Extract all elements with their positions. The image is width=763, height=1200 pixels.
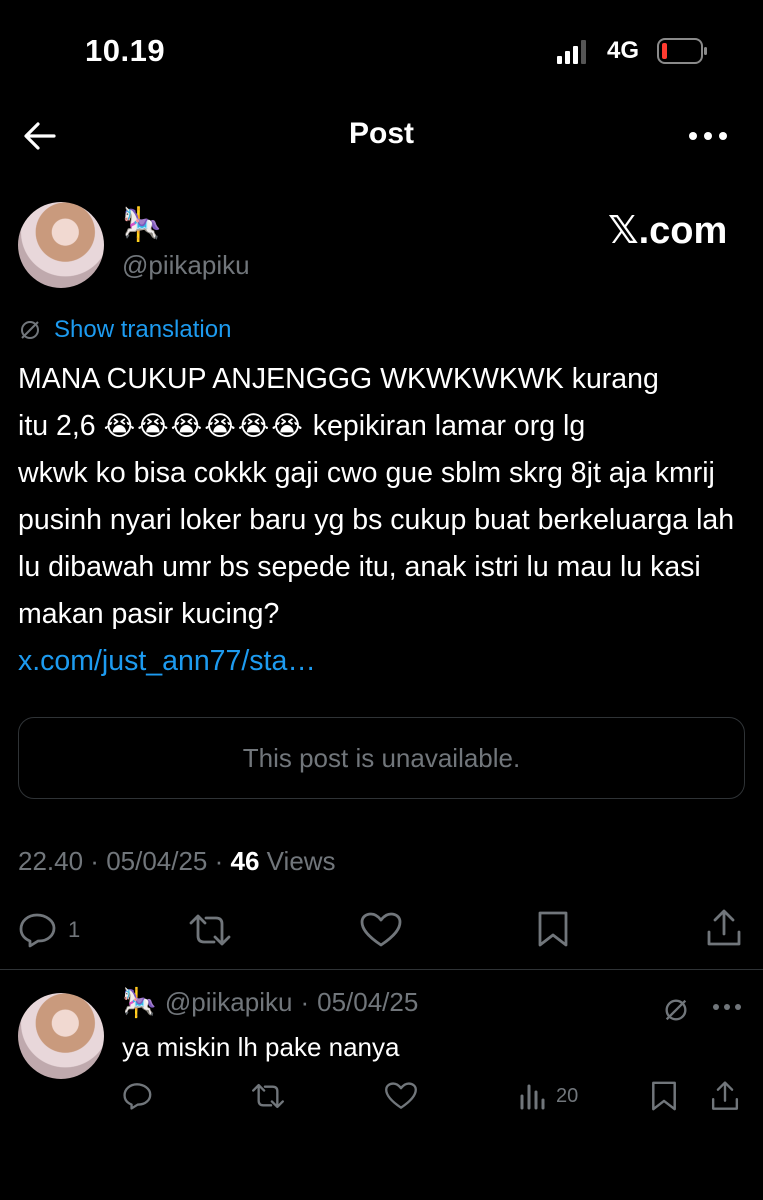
avatar[interactable] [18, 202, 104, 288]
reply-text: ya miskin lh pake nanya [122, 1032, 400, 1062]
reply-author-name[interactable]: 🎠 [122, 986, 157, 1019]
more-icon[interactable] [712, 1002, 742, 1012]
crying-emojis: 😭😭😭😭😭😭 [103, 411, 305, 441]
author-display-name[interactable]: 🎠 [122, 205, 162, 243]
bookmark-button[interactable] [536, 910, 570, 948]
reply-views-count: 20 [556, 1084, 579, 1107]
like-icon [360, 912, 402, 947]
reply-separator: · [300, 987, 310, 1017]
x-watermark: 𝕏.com [608, 210, 728, 252]
reply-header: 🎠 @piikapiku · 05/04/25 [122, 986, 418, 1019]
reply-like-button[interactable] [384, 1082, 418, 1110]
post-text-post: kepikiran lamar org lg [312, 410, 586, 442]
battery-icon [657, 38, 707, 64]
share-icon [711, 1081, 739, 1110]
reply-button[interactable]: 1 [18, 912, 80, 948]
signal-icon [557, 40, 586, 64]
status-time: 10.19 [85, 33, 166, 68]
quoted-post-unavailable: This post is unavailable. [18, 717, 745, 799]
reply-date: 05/04/25 [317, 987, 419, 1017]
post-text-line2: itu 2,6 😭😭😭😭😭😭 kepikiran lamar org lg [18, 403, 753, 450]
reply-views-button[interactable]: 20 [518, 1082, 578, 1110]
translate-icon[interactable] [662, 996, 690, 1024]
post-actions: 1 [0, 908, 763, 952]
post-meta: 22.40 · 05/04/25 · 46 Views [18, 846, 336, 876]
show-translation[interactable]: Show translation [18, 316, 231, 344]
bookmark-icon [538, 911, 568, 947]
post-date: 05/04/25 [106, 846, 208, 876]
translate-icon [21, 321, 39, 339]
share-icon [707, 909, 741, 946]
author-handle[interactable]: @piikapiku [122, 250, 250, 281]
views-label: Views [266, 846, 336, 876]
post-text-line1: MANA CUKUP ANJENGGG WKWKWKWK kurang [18, 363, 659, 395]
reply-share-button[interactable] [710, 1080, 740, 1112]
network-type: 4G [607, 37, 640, 64]
post-time: 22.40 [18, 846, 84, 876]
reply-actions: 20 [0, 1080, 763, 1116]
post-text-pre: itu 2,6 [18, 410, 96, 442]
post-text-rest: wkwk ko bisa cokkk gaji cwo gue sblm skr… [18, 457, 735, 630]
reply-reply-button[interactable] [122, 1082, 152, 1110]
quote-unavailable-text: This post is unavailable. [242, 742, 521, 773]
views-count: 46 [230, 846, 260, 876]
divider [0, 969, 763, 970]
share-button[interactable] [705, 908, 743, 948]
post-link[interactable]: x.com/just_ann77/sta… [18, 638, 753, 685]
reply-bookmark-button[interactable] [650, 1080, 678, 1112]
retweet-icon [189, 914, 231, 946]
like-icon [385, 1082, 417, 1109]
like-button[interactable] [360, 912, 402, 948]
retweet-button[interactable] [188, 912, 232, 948]
views-icon [520, 1084, 545, 1110]
reply-avatar[interactable] [18, 993, 104, 1079]
reply-icon [123, 1083, 152, 1110]
reply-count: 1 [68, 917, 81, 942]
reply-handle[interactable]: @piikapiku [165, 987, 293, 1018]
post-text: MANA CUKUP ANJENGGG WKWKWKWK kurang itu … [18, 356, 753, 685]
show-translation-label: Show translation [54, 316, 232, 343]
bookmark-icon [652, 1081, 676, 1111]
page-title: Post [348, 117, 414, 150]
reply-icon [19, 913, 56, 948]
reply-retweet-button[interactable] [250, 1082, 286, 1110]
retweet-icon [252, 1083, 284, 1109]
more-icon[interactable] [688, 130, 728, 142]
